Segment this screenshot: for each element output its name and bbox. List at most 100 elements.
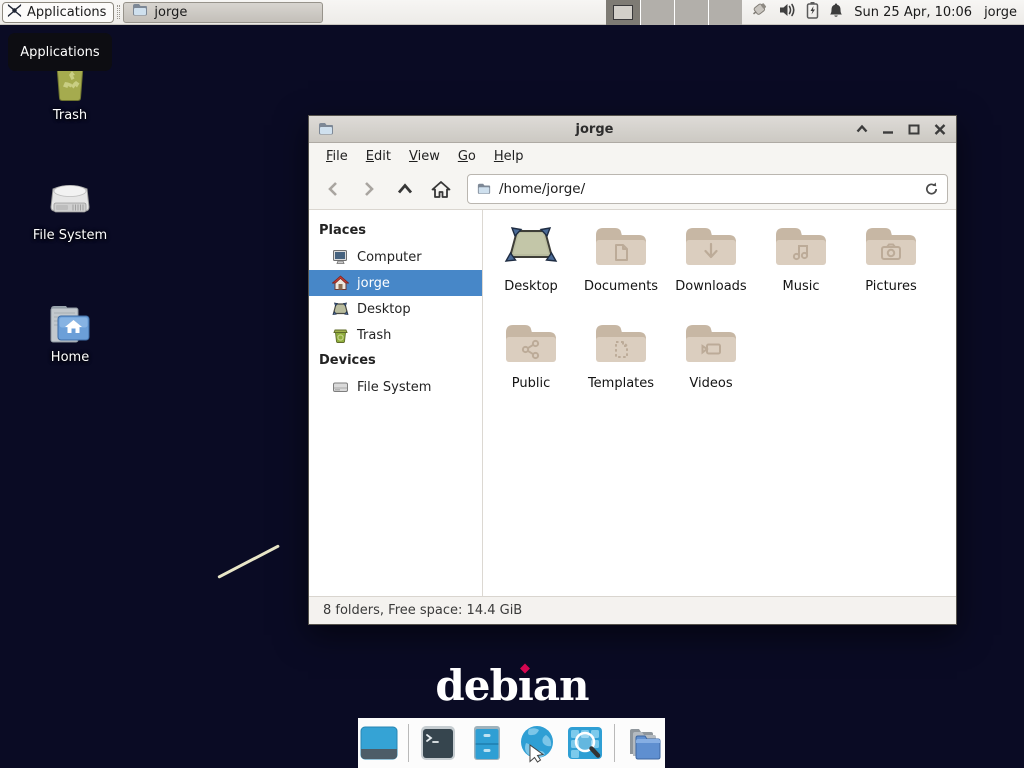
file-manager-window[interactable]: jorge File Edit View Go Help — [308, 115, 957, 625]
debian-i: ı — [518, 661, 533, 710]
window-titlebar[interactable]: jorge — [309, 116, 956, 143]
forward-button[interactable] — [353, 174, 385, 204]
system-tray — [750, 1, 844, 23]
workspace-window-miniature — [613, 5, 633, 20]
places-header: Places — [309, 218, 482, 244]
maximize-button[interactable] — [906, 121, 922, 137]
taskbar-window-label: jorge — [154, 5, 187, 20]
sidebar-item-file-system[interactable]: File System — [309, 374, 482, 400]
minimize-button[interactable] — [880, 121, 896, 137]
desktop-line-artifact — [217, 544, 280, 579]
battery-icon[interactable] — [806, 1, 819, 23]
computer-icon — [332, 249, 349, 265]
dock-separator — [408, 724, 409, 762]
downloads-folder-icon — [684, 225, 738, 271]
folder-item-music[interactable]: Music — [756, 218, 846, 315]
folder-label: Templates — [588, 376, 654, 391]
folder-item-pictures[interactable]: Pictures — [846, 218, 936, 315]
pictures-folder-icon — [864, 225, 918, 271]
videos-folder-icon — [684, 322, 738, 368]
folder-label: Pictures — [865, 279, 916, 294]
close-button[interactable] — [932, 121, 948, 137]
network-icon[interactable] — [750, 1, 770, 23]
folder-label: Desktop — [504, 279, 558, 294]
up-button[interactable] — [389, 174, 421, 204]
debian-wordmark: debıan — [0, 661, 1024, 710]
menu-view[interactable]: View — [400, 146, 449, 167]
desktop-mini-icon — [332, 301, 349, 317]
workspace-1-active[interactable] — [606, 0, 640, 25]
sidebar-item-label: Trash — [357, 328, 391, 343]
xfce-applications-icon — [7, 3, 22, 22]
menu-go[interactable]: Go — [449, 146, 485, 167]
documents-folder-icon — [594, 225, 648, 271]
volume-icon[interactable] — [779, 2, 797, 22]
devices-header: Devices — [309, 348, 482, 374]
terminal-icon[interactable] — [418, 723, 458, 763]
panel-user-label[interactable]: jorge — [984, 5, 1017, 20]
directory-menu-icon[interactable] — [624, 723, 664, 763]
sidebar-item-desktop[interactable]: Desktop — [309, 296, 482, 322]
panel-handle[interactable] — [117, 5, 120, 19]
toolbar: /home/jorge/ — [309, 169, 956, 210]
home-button[interactable] — [425, 174, 457, 204]
show-desktop-icon[interactable] — [359, 723, 399, 763]
desktop-item-icon — [503, 225, 559, 271]
web-browser-icon[interactable] — [516, 723, 556, 763]
reload-button[interactable] — [924, 181, 939, 197]
hard-drive-icon — [22, 173, 118, 223]
applications-menu-button[interactable]: Applications — [2, 2, 114, 23]
public-folder-icon — [504, 322, 558, 368]
home-icon — [332, 275, 349, 291]
places-sidebar: Places Computer jorge — [309, 210, 483, 596]
menu-bar: File Edit View Go Help — [309, 143, 956, 169]
sidebar-item-trash[interactable]: Trash — [309, 322, 482, 348]
workspace-2[interactable] — [640, 0, 674, 25]
debian-text: an — [533, 661, 589, 710]
sidebar-item-jorge[interactable]: jorge — [309, 270, 482, 296]
menu-edit[interactable]: Edit — [357, 146, 400, 167]
folder-item-videos[interactable]: Videos — [666, 315, 756, 412]
music-folder-icon — [774, 225, 828, 271]
taskbar-window-button[interactable]: jorge — [123, 2, 323, 23]
folder-item-templates[interactable]: Templates — [576, 315, 666, 412]
panel-clock[interactable]: Sun 25 Apr, 10:06 — [854, 5, 972, 20]
workspace-pager[interactable] — [606, 0, 742, 25]
folder-item-desktop[interactable]: Desktop — [486, 218, 576, 315]
file-manager-icon[interactable] — [467, 723, 507, 763]
sidebar-item-label: Desktop — [357, 302, 411, 317]
desktop-icon-label: Trash — [22, 108, 118, 123]
folder-item-downloads[interactable]: Downloads — [666, 218, 756, 315]
menu-help[interactable]: Help — [485, 146, 533, 167]
app-finder-icon[interactable] — [565, 723, 605, 763]
workspace-3[interactable] — [674, 0, 708, 25]
workspace-4[interactable] — [708, 0, 742, 25]
home-folder-icon — [22, 295, 118, 345]
back-button[interactable] — [317, 174, 349, 204]
window-folder-icon — [317, 121, 335, 137]
path-bar[interactable]: /home/jorge/ — [467, 174, 948, 204]
desktop-root: Applications jorge — [0, 0, 1024, 768]
sidebar-item-label: Computer — [357, 250, 422, 265]
folder-item-documents[interactable]: Documents — [576, 218, 666, 315]
file-grid: Desktop Documents Downloads — [483, 210, 956, 596]
tooltip-text: Applications — [20, 45, 99, 60]
shade-button[interactable] — [854, 121, 870, 137]
folder-label: Public — [512, 376, 550, 391]
applications-tooltip: Applications — [8, 33, 112, 71]
debian-text: deb — [435, 661, 517, 710]
desktop-icon-file-system[interactable]: File System — [22, 173, 118, 243]
desktop-icon-label: File System — [22, 228, 118, 243]
window-folder-icon — [132, 2, 148, 22]
dock-separator — [614, 724, 615, 762]
sidebar-item-computer[interactable]: Computer — [309, 244, 482, 270]
notifications-icon[interactable] — [828, 2, 844, 23]
applications-menu-label: Applications — [27, 5, 106, 20]
folder-label: Videos — [689, 376, 732, 391]
bottom-dock — [358, 718, 665, 768]
status-bar: 8 folders, Free space: 14.4 GiB — [309, 596, 956, 624]
path-input[interactable]: /home/jorge/ — [499, 181, 917, 197]
folder-item-public[interactable]: Public — [486, 315, 576, 412]
menu-file[interactable]: File — [317, 146, 357, 167]
desktop-icon-home[interactable]: Home — [22, 295, 118, 365]
